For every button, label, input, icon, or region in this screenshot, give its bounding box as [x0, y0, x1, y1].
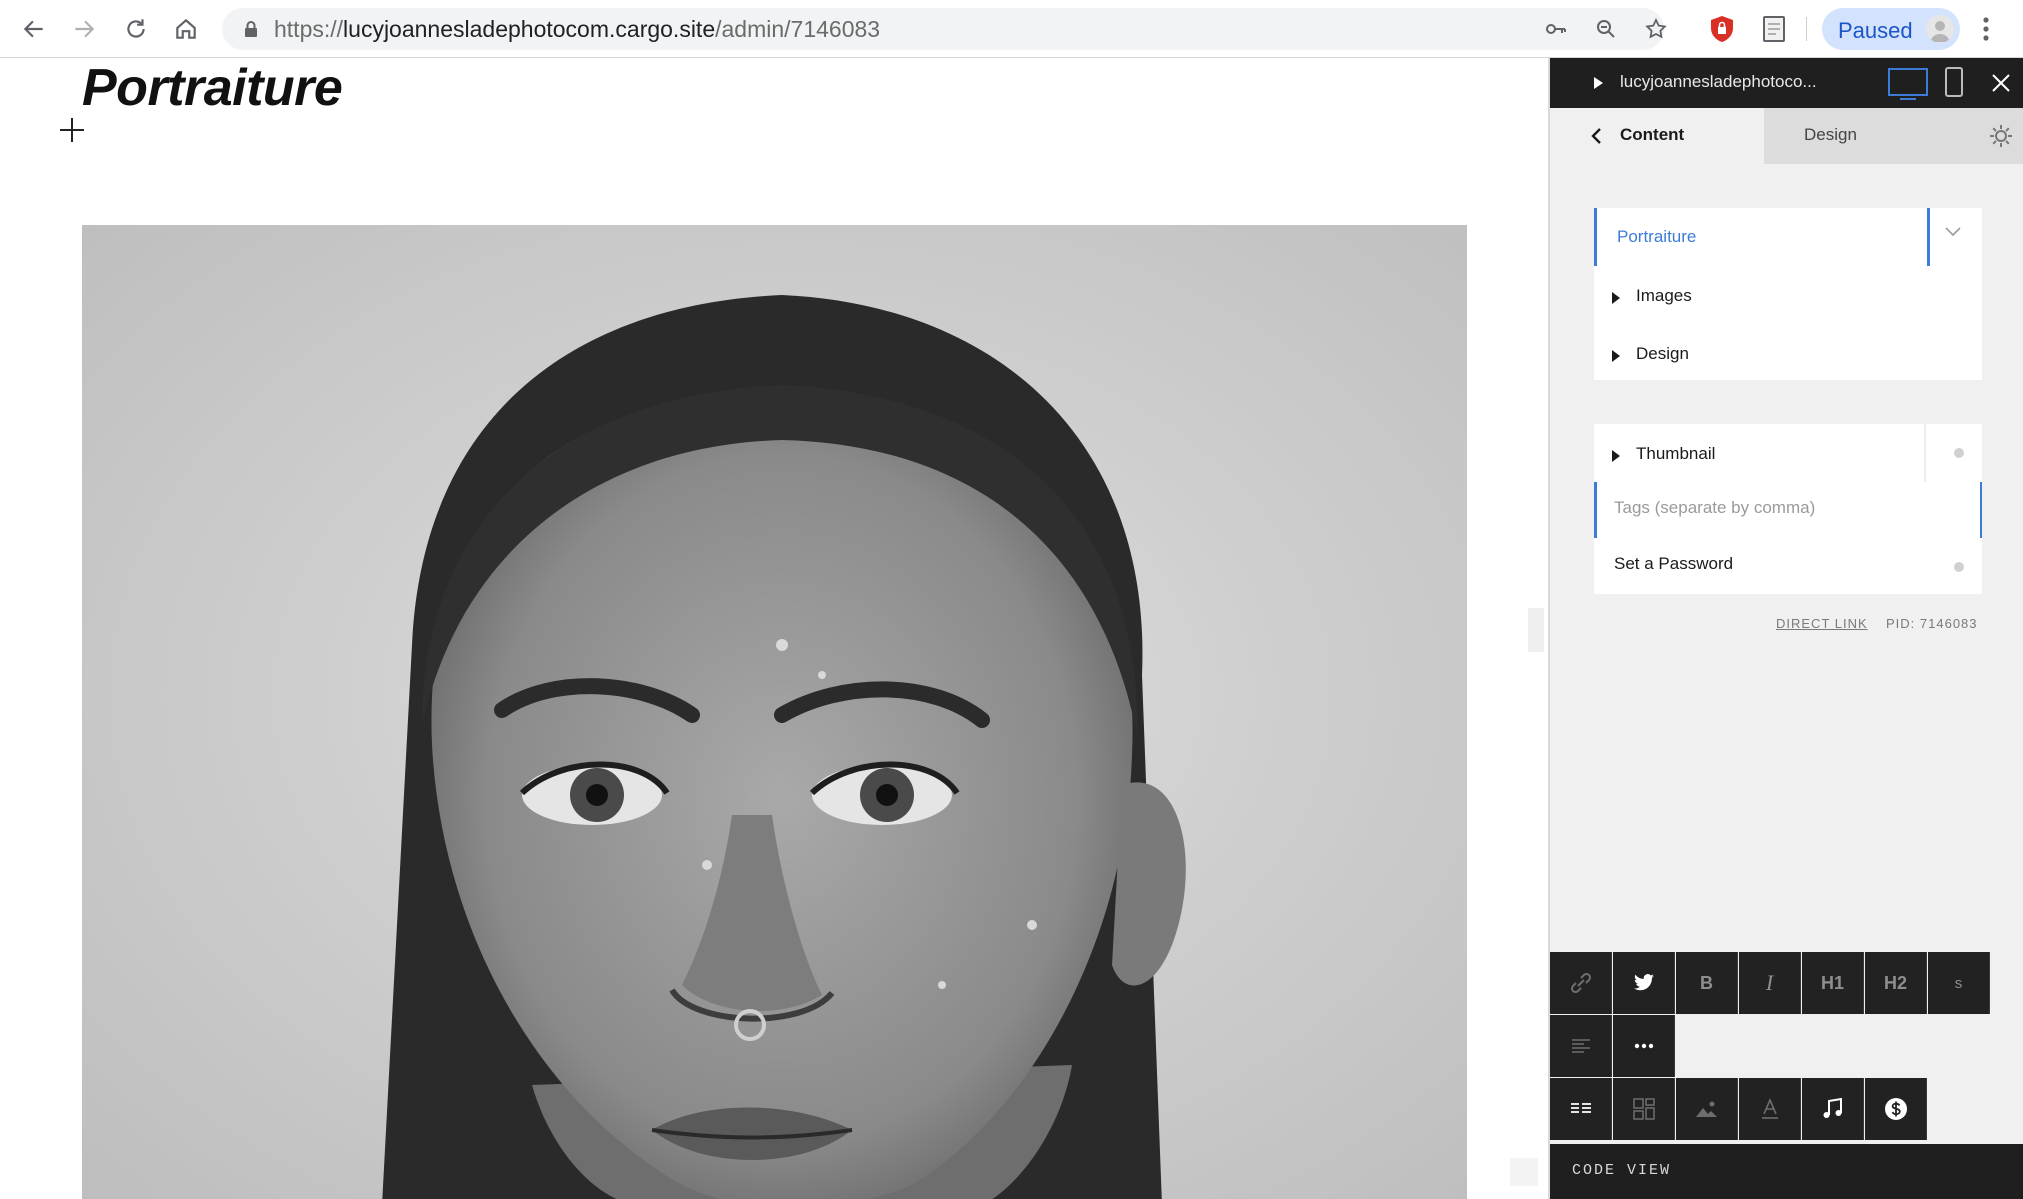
tab-content[interactable]: Content: [1550, 108, 1764, 164]
page-title-value[interactable]: Portraiture: [1617, 227, 1696, 247]
url-host: lucyjoannesladephotocom.cargo.site: [343, 16, 716, 42]
panel-tabs: Content Design: [1550, 108, 2023, 164]
page-meta: DIRECT LINK PID: 7146083: [1594, 616, 1982, 636]
section-images[interactable]: Images: [1594, 266, 1982, 324]
bold-button[interactable]: B: [1676, 952, 1738, 1014]
kebab-menu-icon[interactable]: [1980, 14, 1992, 44]
expand-triangle-icon: [1612, 350, 1620, 362]
portrait-photo-illustration: [382, 295, 1186, 1199]
link-button[interactable]: [1550, 952, 1612, 1014]
corner-handle[interactable]: [1510, 1158, 1538, 1186]
thumbnail-divider: [1924, 424, 1926, 482]
chevron-left-icon[interactable]: [1590, 127, 1602, 145]
url-text: https://lucyjoannesladephotocom.cargo.si…: [274, 16, 880, 42]
twitter-button[interactable]: [1613, 952, 1675, 1014]
password-toggle-dot[interactable]: [1954, 562, 1964, 572]
tab-design[interactable]: Design: [1764, 108, 2023, 164]
avatar: [1926, 15, 1954, 43]
h1-label: H1: [1820, 972, 1844, 993]
browser-toolbar: https://lucyjoannesladephotocom.cargo.si…: [0, 0, 2023, 58]
key-icon[interactable]: [1544, 17, 1568, 41]
url-path: /admin/7146083: [715, 16, 881, 42]
password-row[interactable]: Set a Password: [1594, 538, 1982, 594]
page-canvas: Portraiture: [0, 58, 1548, 1199]
profile-button[interactable]: Paused: [1822, 8, 1960, 50]
star-icon[interactable]: [1644, 17, 1668, 41]
columns-icon: [1570, 1103, 1591, 1113]
panel-header: lucyjoannesladephotoco...: [1550, 58, 2023, 108]
small-text-button[interactable]: s: [1928, 952, 1990, 1014]
page-id: PID: 7146083: [1886, 616, 1978, 631]
site-name[interactable]: lucyjoannesladephotoco...: [1620, 72, 1850, 92]
tab-content-label: Content: [1620, 125, 1685, 144]
zoom-icon[interactable]: [1594, 17, 1618, 41]
thumbnail-status-dot[interactable]: [1954, 448, 1964, 458]
text-color-icon: [1761, 1097, 1778, 1119]
commerce-button[interactable]: [1865, 1078, 1927, 1140]
close-icon[interactable]: [1990, 72, 2012, 94]
italic-label: I: [1765, 970, 1774, 995]
page-title[interactable]: Portraiture: [82, 58, 343, 118]
lock-icon[interactable]: [242, 20, 260, 38]
image-icon: [1695, 1101, 1717, 1117]
toolbar-divider: [1806, 17, 1807, 41]
format-toolbar: B I H1 H2 s CODE VIEW: [1550, 952, 2023, 1199]
tags-field[interactable]: [1594, 482, 1982, 538]
expand-triangle-icon[interactable]: [1594, 77, 1603, 89]
h2-label: H2: [1883, 972, 1907, 993]
thumbnail-row[interactable]: Thumbnail: [1594, 424, 1982, 482]
audio-button[interactable]: [1802, 1078, 1864, 1140]
shield-extension-icon[interactable]: [1708, 14, 1736, 44]
h1-button[interactable]: H1: [1802, 952, 1864, 1014]
expand-triangle-icon: [1612, 292, 1620, 304]
code-view-label: CODE VIEW: [1572, 1162, 1672, 1179]
grid-icon: [1632, 1098, 1655, 1120]
chevron-down-icon[interactable]: [1944, 226, 1962, 238]
align-button[interactable]: [1550, 1015, 1612, 1077]
page-title-field[interactable]: Portraiture: [1594, 208, 1982, 266]
mobile-view-icon[interactable]: [1945, 67, 1963, 97]
code-view-button[interactable]: CODE VIEW: [1550, 1144, 2023, 1199]
profile-label: Paused: [1838, 18, 1913, 43]
more-dots-icon: [1634, 1043, 1653, 1049]
section-design[interactable]: Design: [1594, 324, 1982, 382]
section-label: Images: [1636, 286, 1692, 305]
password-label: Set a Password: [1614, 554, 1734, 573]
more-button[interactable]: [1613, 1015, 1675, 1077]
back-arrow-icon[interactable]: [16, 11, 52, 47]
thumbnail-label: Thumbnail: [1636, 444, 1716, 463]
reload-icon[interactable]: [118, 11, 154, 47]
expand-triangle-icon: [1612, 450, 1620, 462]
gear-icon[interactable]: [1988, 123, 2014, 149]
section-label: Design: [1636, 344, 1689, 363]
h2-button[interactable]: H2: [1865, 952, 1927, 1014]
text-style-button[interactable]: [1739, 1078, 1801, 1140]
italic-button[interactable]: I: [1739, 952, 1801, 1014]
add-content-plus-icon[interactable]: [58, 116, 86, 144]
title-field-divider: [1927, 208, 1930, 266]
portrait-photo[interactable]: [82, 225, 1467, 1199]
tags-input[interactable]: [1614, 498, 1954, 518]
direct-link[interactable]: DIRECT LINK: [1776, 616, 1868, 631]
forward-arrow-icon[interactable]: [66, 11, 102, 47]
music-note-icon: [1823, 1097, 1842, 1118]
tab-design-label: Design: [1804, 125, 1857, 144]
dollar-icon: [1884, 1098, 1907, 1120]
align-left-icon: [1571, 1039, 1590, 1053]
columns-button[interactable]: [1550, 1078, 1612, 1140]
home-icon[interactable]: [168, 11, 204, 47]
desktop-view-icon[interactable]: [1888, 68, 1928, 100]
gallery-grid-button[interactable]: [1613, 1078, 1675, 1140]
twitter-icon: [1633, 974, 1654, 991]
page-extension-icon[interactable]: [1760, 14, 1788, 44]
address-bar[interactable]: https://lucyjoannesladephotocom.cargo.si…: [222, 8, 1667, 50]
url-scheme: https://: [274, 16, 344, 42]
panel-resize-handle[interactable]: [1528, 608, 1544, 652]
small-label: s: [1954, 974, 1963, 992]
image-button[interactable]: [1676, 1078, 1738, 1140]
page-sections-list: Images Design: [1594, 266, 1982, 380]
link-icon: [1570, 972, 1591, 994]
bold-label: B: [1700, 972, 1713, 993]
editor-panel: lucyjoannesladephotoco... Content Design…: [1548, 58, 2023, 1199]
